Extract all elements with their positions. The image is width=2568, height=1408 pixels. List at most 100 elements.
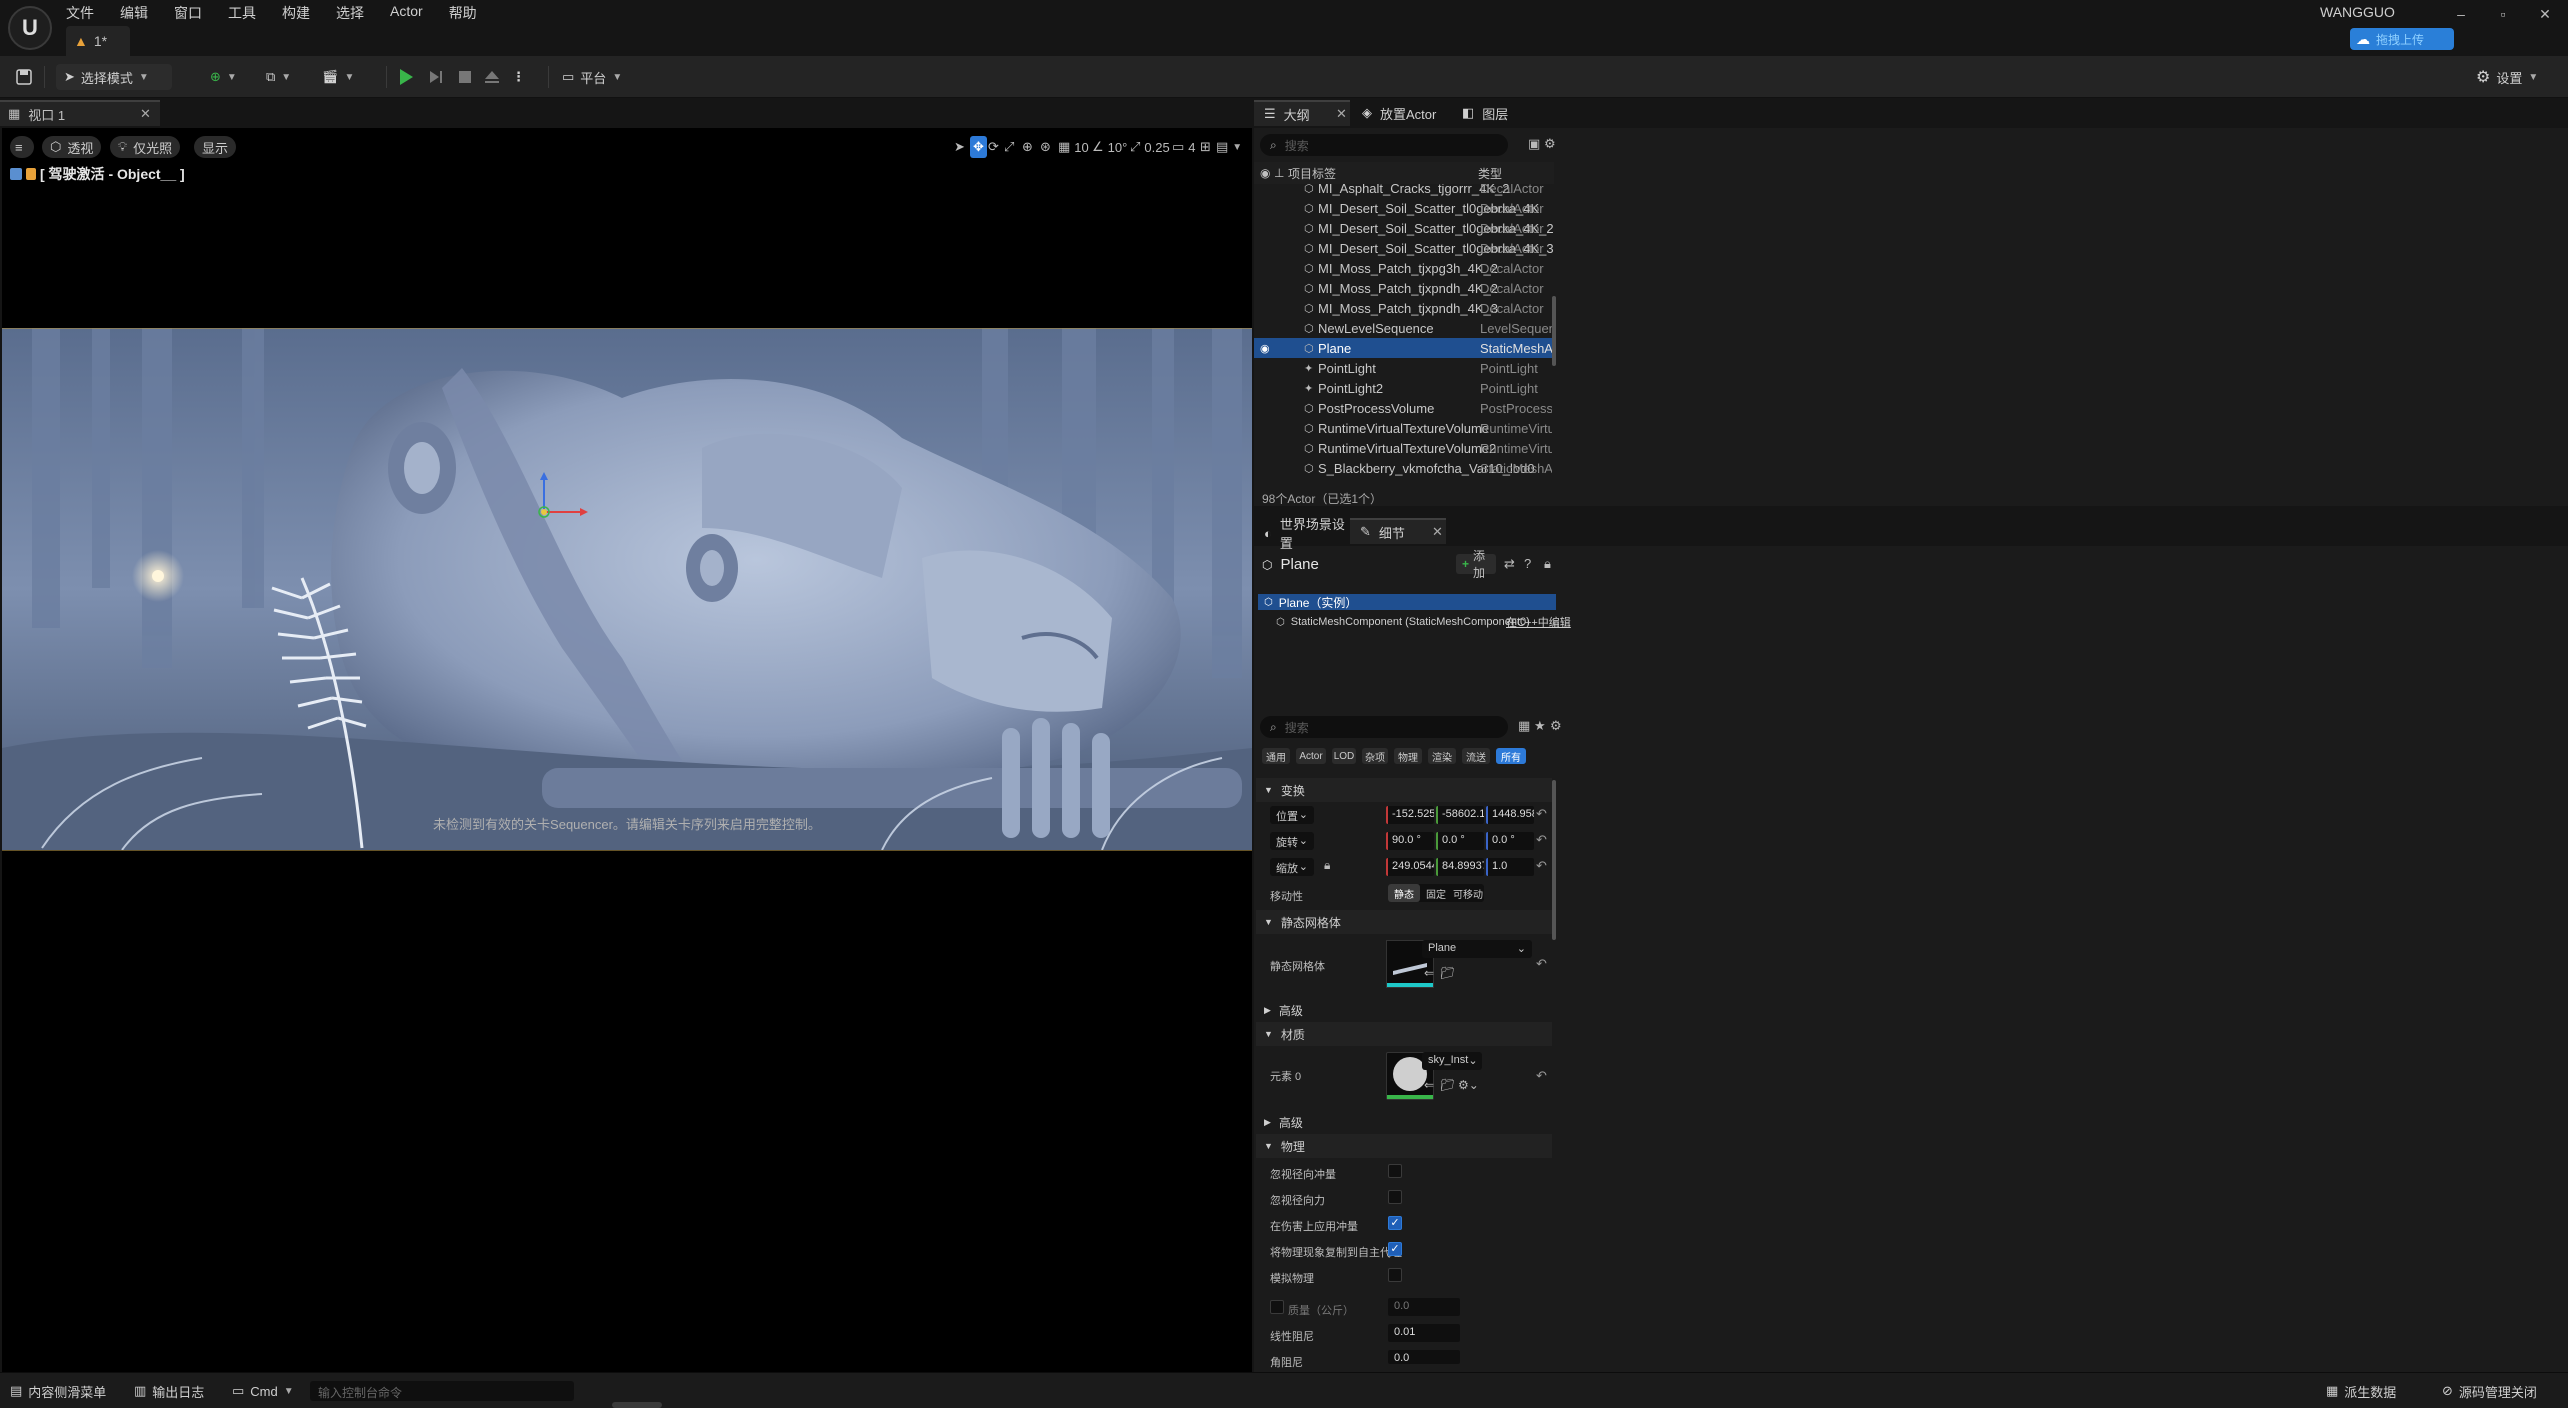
category-filter-button[interactable]: 渲染	[1428, 748, 1456, 764]
outliner-row[interactable]: ⬡ S_Blackberry_vkmofctha_Var10_lod0 Static…	[1254, 458, 1554, 476]
location-z-field[interactable]: 1448.958438	[1486, 806, 1534, 824]
camera-speed-button[interactable]: ▭ 4	[1172, 136, 1196, 158]
tab-details[interactable]: ✎ 细节 ✕	[1350, 518, 1446, 544]
horizontal-scrollbar[interactable]	[612, 1402, 662, 1408]
blueprint-convert-icon[interactable]: ⇄	[1504, 556, 1515, 572]
linear-damping-field[interactable]: 0.01	[1388, 1324, 1460, 1342]
gear-icon[interactable]: ⚙	[1544, 136, 1556, 152]
browse-folder-icon[interactable]: 📁︎	[1440, 966, 1455, 980]
angular-damping-field[interactable]: 0.0	[1388, 1350, 1460, 1364]
scale-y-field[interactable]: 84.899376	[1436, 858, 1484, 876]
surface-snap-toggle[interactable]: ⊛	[1040, 136, 1051, 158]
material-picker[interactable]: sky_Inst ⌄	[1422, 1052, 1482, 1070]
scale-tool[interactable]: ⤢	[1004, 136, 1014, 158]
mobility-movable-button[interactable]: 可移动	[1452, 884, 1484, 902]
close-button[interactable]: ✕	[2524, 0, 2566, 28]
outliner-row[interactable]: ⬡ MI_Moss_Patch_tjxpg3h_4K_2 DecalActor	[1254, 258, 1554, 278]
show-button[interactable]: 显示	[194, 136, 237, 158]
browse-folder-icon[interactable]: 📁︎	[1440, 1078, 1455, 1092]
reset-arrow-icon[interactable]: ↶	[1536, 806, 1547, 822]
material-options-icon[interactable]: ⚙⌄	[1458, 1078, 1479, 1092]
section-materials[interactable]: ▼ 材质	[1256, 1022, 1552, 1046]
reset-arrow-icon[interactable]: ↶	[1536, 956, 1547, 972]
rotation-y-field[interactable]: 0.0 °	[1436, 832, 1484, 850]
step-button[interactable]	[428, 64, 444, 90]
outliner-row[interactable]: ⬡ NewLevelSequence LevelSequenceActor	[1254, 318, 1554, 338]
add-content-button[interactable]: ⊕ ▼	[210, 64, 237, 90]
cinematics-button[interactable]: 🎬︎ ▼	[322, 64, 354, 90]
lock-icon[interactable]: 🔒︎	[1324, 858, 1330, 873]
menu-help[interactable]: 帮助	[449, 0, 489, 22]
close-icon[interactable]: ✕	[1336, 106, 1347, 122]
column-label-header[interactable]: 项目标签	[1288, 165, 1336, 182]
lock-icon[interactable]: 🔒︎	[1544, 556, 1551, 572]
outliner-row[interactable]: ⬡ RuntimeVirtualTextureVolume RuntimeVirtu…	[1254, 418, 1554, 438]
section-transform[interactable]: ▼ 变换	[1256, 778, 1552, 802]
outliner-row[interactable]: ⬡ MI_Desert_Soil_Scatter_tl0gebrka_4K Deca…	[1254, 198, 1554, 218]
mass-field[interactable]: 0.0	[1388, 1298, 1460, 1316]
maximize-viewport-button[interactable]: ⊞	[1200, 136, 1211, 158]
location-x-field[interactable]: -152.525523	[1386, 806, 1434, 824]
menu-tools[interactable]: 工具	[228, 0, 268, 22]
mode-select-button[interactable]: ➤ 选择模式 ▼	[56, 64, 172, 90]
section-static-mesh-advanced[interactable]: ▶ 高级	[1256, 998, 1552, 1022]
grid-snap-button[interactable]: ▦ 10	[1058, 136, 1089, 158]
category-filter-button[interactable]: 通用	[1262, 748, 1290, 764]
play-options-button[interactable]: ⋮	[512, 64, 525, 90]
category-filter-button[interactable]: 物理	[1394, 748, 1422, 764]
location-y-field[interactable]: -58602.1868	[1436, 806, 1484, 824]
reset-arrow-icon[interactable]: ↶	[1536, 832, 1547, 848]
menu-build[interactable]: 构建	[282, 0, 322, 22]
console-command-input[interactable]: 输入控制台命令	[310, 1381, 574, 1401]
category-filter-button[interactable]: 流送	[1462, 748, 1490, 764]
outliner-row[interactable]: ⬡ RuntimeVirtualTextureVolume2 RuntimeVirt…	[1254, 438, 1554, 458]
rotate-tool[interactable]: ⟳	[988, 136, 999, 158]
viewport-tab[interactable]: ▦ 视口 1 ✕	[0, 100, 160, 126]
physics-checkbox[interactable]: ✓	[1388, 1242, 1402, 1256]
scale-mode-dropdown[interactable]: 缩放 ⌄	[1270, 858, 1314, 876]
outliner-search-input[interactable]: ⌕ 搜索	[1260, 134, 1508, 156]
eject-button[interactable]	[484, 64, 500, 90]
content-drawer-button[interactable]: ▤ 内容侧滑菜单	[10, 1381, 106, 1401]
category-filter-button[interactable]: 杂项	[1362, 748, 1388, 764]
maximize-button[interactable]: ▫	[2482, 0, 2524, 28]
save-button[interactable]	[16, 64, 32, 90]
perspective-button[interactable]: ⬡ 透视	[42, 136, 102, 158]
derived-data-button[interactable]: ▦ 派生数据	[2326, 1381, 2396, 1401]
use-selected-icon[interactable]: ⇐	[1424, 1078, 1434, 1092]
reset-arrow-icon[interactable]: ↶	[1536, 1068, 1547, 1084]
select-tool[interactable]: ➤	[954, 136, 965, 158]
scale-z-field[interactable]: 1.0	[1486, 858, 1534, 876]
scale-x-field[interactable]: 249.054428	[1386, 858, 1434, 876]
tab-world-settings[interactable]: ◐ 世界场景设置	[1254, 517, 1350, 551]
add-component-button[interactable]: + 添加	[1456, 549, 1496, 580]
column-type-header[interactable]: 类型	[1478, 165, 1502, 182]
physics-checkbox[interactable]	[1388, 1190, 1402, 1204]
close-icon[interactable]: ✕	[1432, 524, 1443, 540]
rotation-z-field[interactable]: 0.0 °	[1486, 832, 1534, 850]
details-scrollbar[interactable]	[1552, 780, 1556, 940]
outliner-row[interactable]: ⬡ PostProcessVolume PostProcessVolume	[1254, 398, 1554, 418]
add-folder-icon[interactable]: ▣	[1528, 136, 1540, 152]
outliner-row[interactable]: ⬡ MI_Desert_Soil_Scatter_tl0gebrka_4K_2 De…	[1254, 218, 1554, 238]
details-search-input[interactable]: ⌕ 搜索	[1260, 716, 1508, 738]
category-filter-button[interactable]: Actor	[1296, 748, 1326, 764]
gear-icon[interactable]: ⚙	[1550, 718, 1562, 734]
rotation-snap-button[interactable]: ∠ 10°	[1092, 136, 1127, 158]
layout-button[interactable]: ▤ ▼	[1216, 136, 1242, 158]
help-icon[interactable]: ?	[1524, 556, 1531, 571]
play-button[interactable]	[398, 64, 414, 90]
outliner-row[interactable]: ⬡ MI_Asphalt_Cracks_tjgorrr_4K_2 DecalActo…	[1254, 184, 1554, 198]
level-tab[interactable]: ▲ 1*	[66, 26, 130, 56]
platforms-button[interactable]: ▭ 平台 ▼	[562, 64, 622, 90]
edit-in-cpp-link[interactable]: 在C++中编辑	[1506, 614, 1571, 630]
outliner-row[interactable]: ✦ PointLight2 PointLight	[1254, 378, 1554, 398]
instance-row[interactable]: ⬡ Plane（实例）	[1258, 594, 1556, 610]
outliner-row[interactable]: ◉ ⬡ Plane StaticMeshActor	[1254, 338, 1554, 358]
world-local-toggle[interactable]: ⊕	[1022, 136, 1033, 158]
reset-arrow-icon[interactable]: ↶	[1536, 858, 1547, 874]
unreal-logo-icon[interactable]: U	[8, 6, 52, 50]
use-selected-icon[interactable]: ⇐	[1424, 966, 1434, 980]
rotation-x-field[interactable]: 90.0 °	[1386, 832, 1434, 850]
physics-checkbox[interactable]	[1388, 1164, 1402, 1178]
